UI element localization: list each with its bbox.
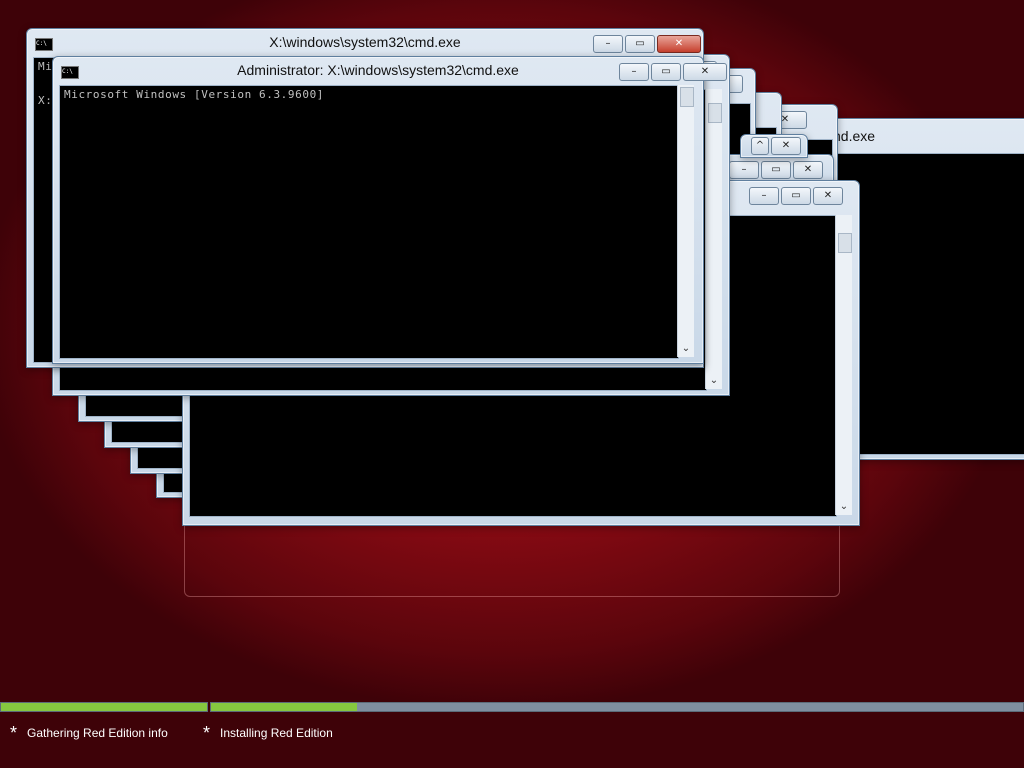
minimize-button[interactable]: – xyxy=(593,35,623,53)
console-version-line: Microsoft Windows [Version 6.3.9600] xyxy=(64,88,325,101)
progress-fill xyxy=(1,703,207,711)
step-label: Gathering Red Edition info xyxy=(27,726,168,740)
scroll-thumb[interactable] xyxy=(680,87,694,107)
desktop: m32\cmd.exe ✕ ✕ ✕ – ▭ ✕ ^ xyxy=(0,0,1024,768)
close-button[interactable]: ✕ xyxy=(813,187,843,205)
minimize-button[interactable]: – xyxy=(619,63,649,81)
setup-steps: * Gathering Red Edition info * Installin… xyxy=(0,724,1024,754)
console-text-line-2: X: xyxy=(38,94,53,107)
asterisk-icon: * xyxy=(10,723,18,743)
caption-buttons: ^ ✕ xyxy=(751,137,801,155)
cmd-window-front[interactable]: C:\ Administrator: X:\windows\system32\c… xyxy=(52,56,727,364)
close-button[interactable]: ✕ xyxy=(657,35,701,53)
minimize-button[interactable]: – xyxy=(749,187,779,205)
asterisk-icon: * xyxy=(203,723,211,743)
vertical-scrollbar[interactable]: ⌄ xyxy=(705,89,722,389)
scroll-down-icon[interactable]: ⌄ xyxy=(836,501,852,513)
scroll-thumb[interactable] xyxy=(708,103,722,123)
vertical-scrollbar[interactable]: ⌄ xyxy=(677,85,694,357)
maximize-button[interactable]: ▭ xyxy=(781,187,811,205)
step-label: Installing Red Edition xyxy=(220,726,333,740)
console-area[interactable]: Microsoft Windows [Version 6.3.9600] xyxy=(59,85,679,359)
maximize-button[interactable]: ▭ xyxy=(625,35,655,53)
caption-buttons: – ▭ ✕ xyxy=(749,187,843,205)
step-gathering-info: * Gathering Red Edition info xyxy=(10,724,168,742)
title-bar[interactable]: C:\ Administrator: X:\windows\system32\c… xyxy=(53,57,703,83)
setup-progress-bar xyxy=(0,702,1024,712)
progress-fill xyxy=(211,703,358,711)
scroll-thumb[interactable] xyxy=(838,233,852,253)
close-button[interactable]: ✕ xyxy=(793,161,823,179)
progress-segment-gathering xyxy=(0,702,208,712)
step-installing: * Installing Red Edition xyxy=(203,724,333,742)
vertical-scrollbar[interactable]: ⌄ xyxy=(835,215,852,515)
caption-buttons: – ▭ ✕ xyxy=(729,161,823,179)
scroll-up-button[interactable]: ^ xyxy=(751,137,769,155)
maximize-button[interactable]: ▭ xyxy=(651,63,681,81)
close-button[interactable]: ✕ xyxy=(771,137,801,155)
cmd-window-mid-b[interactable]: ^ ✕ xyxy=(740,134,808,158)
window-title: Administrator: X:\windows\system32\cmd.e… xyxy=(237,62,519,78)
caption-buttons: – ▭ ✕ xyxy=(619,63,727,81)
scroll-down-icon[interactable]: ⌄ xyxy=(678,343,694,355)
minimize-button[interactable]: – xyxy=(729,161,759,179)
close-button[interactable]: ✕ xyxy=(683,63,727,81)
console-text-line-1: Mi xyxy=(38,60,53,73)
caption-buttons: – ▭ ✕ xyxy=(593,35,701,53)
maximize-button[interactable]: ▭ xyxy=(761,161,791,179)
scroll-down-icon[interactable]: ⌄ xyxy=(706,375,722,387)
progress-segment-installing xyxy=(210,702,1024,712)
window-glow-frame xyxy=(184,518,840,597)
